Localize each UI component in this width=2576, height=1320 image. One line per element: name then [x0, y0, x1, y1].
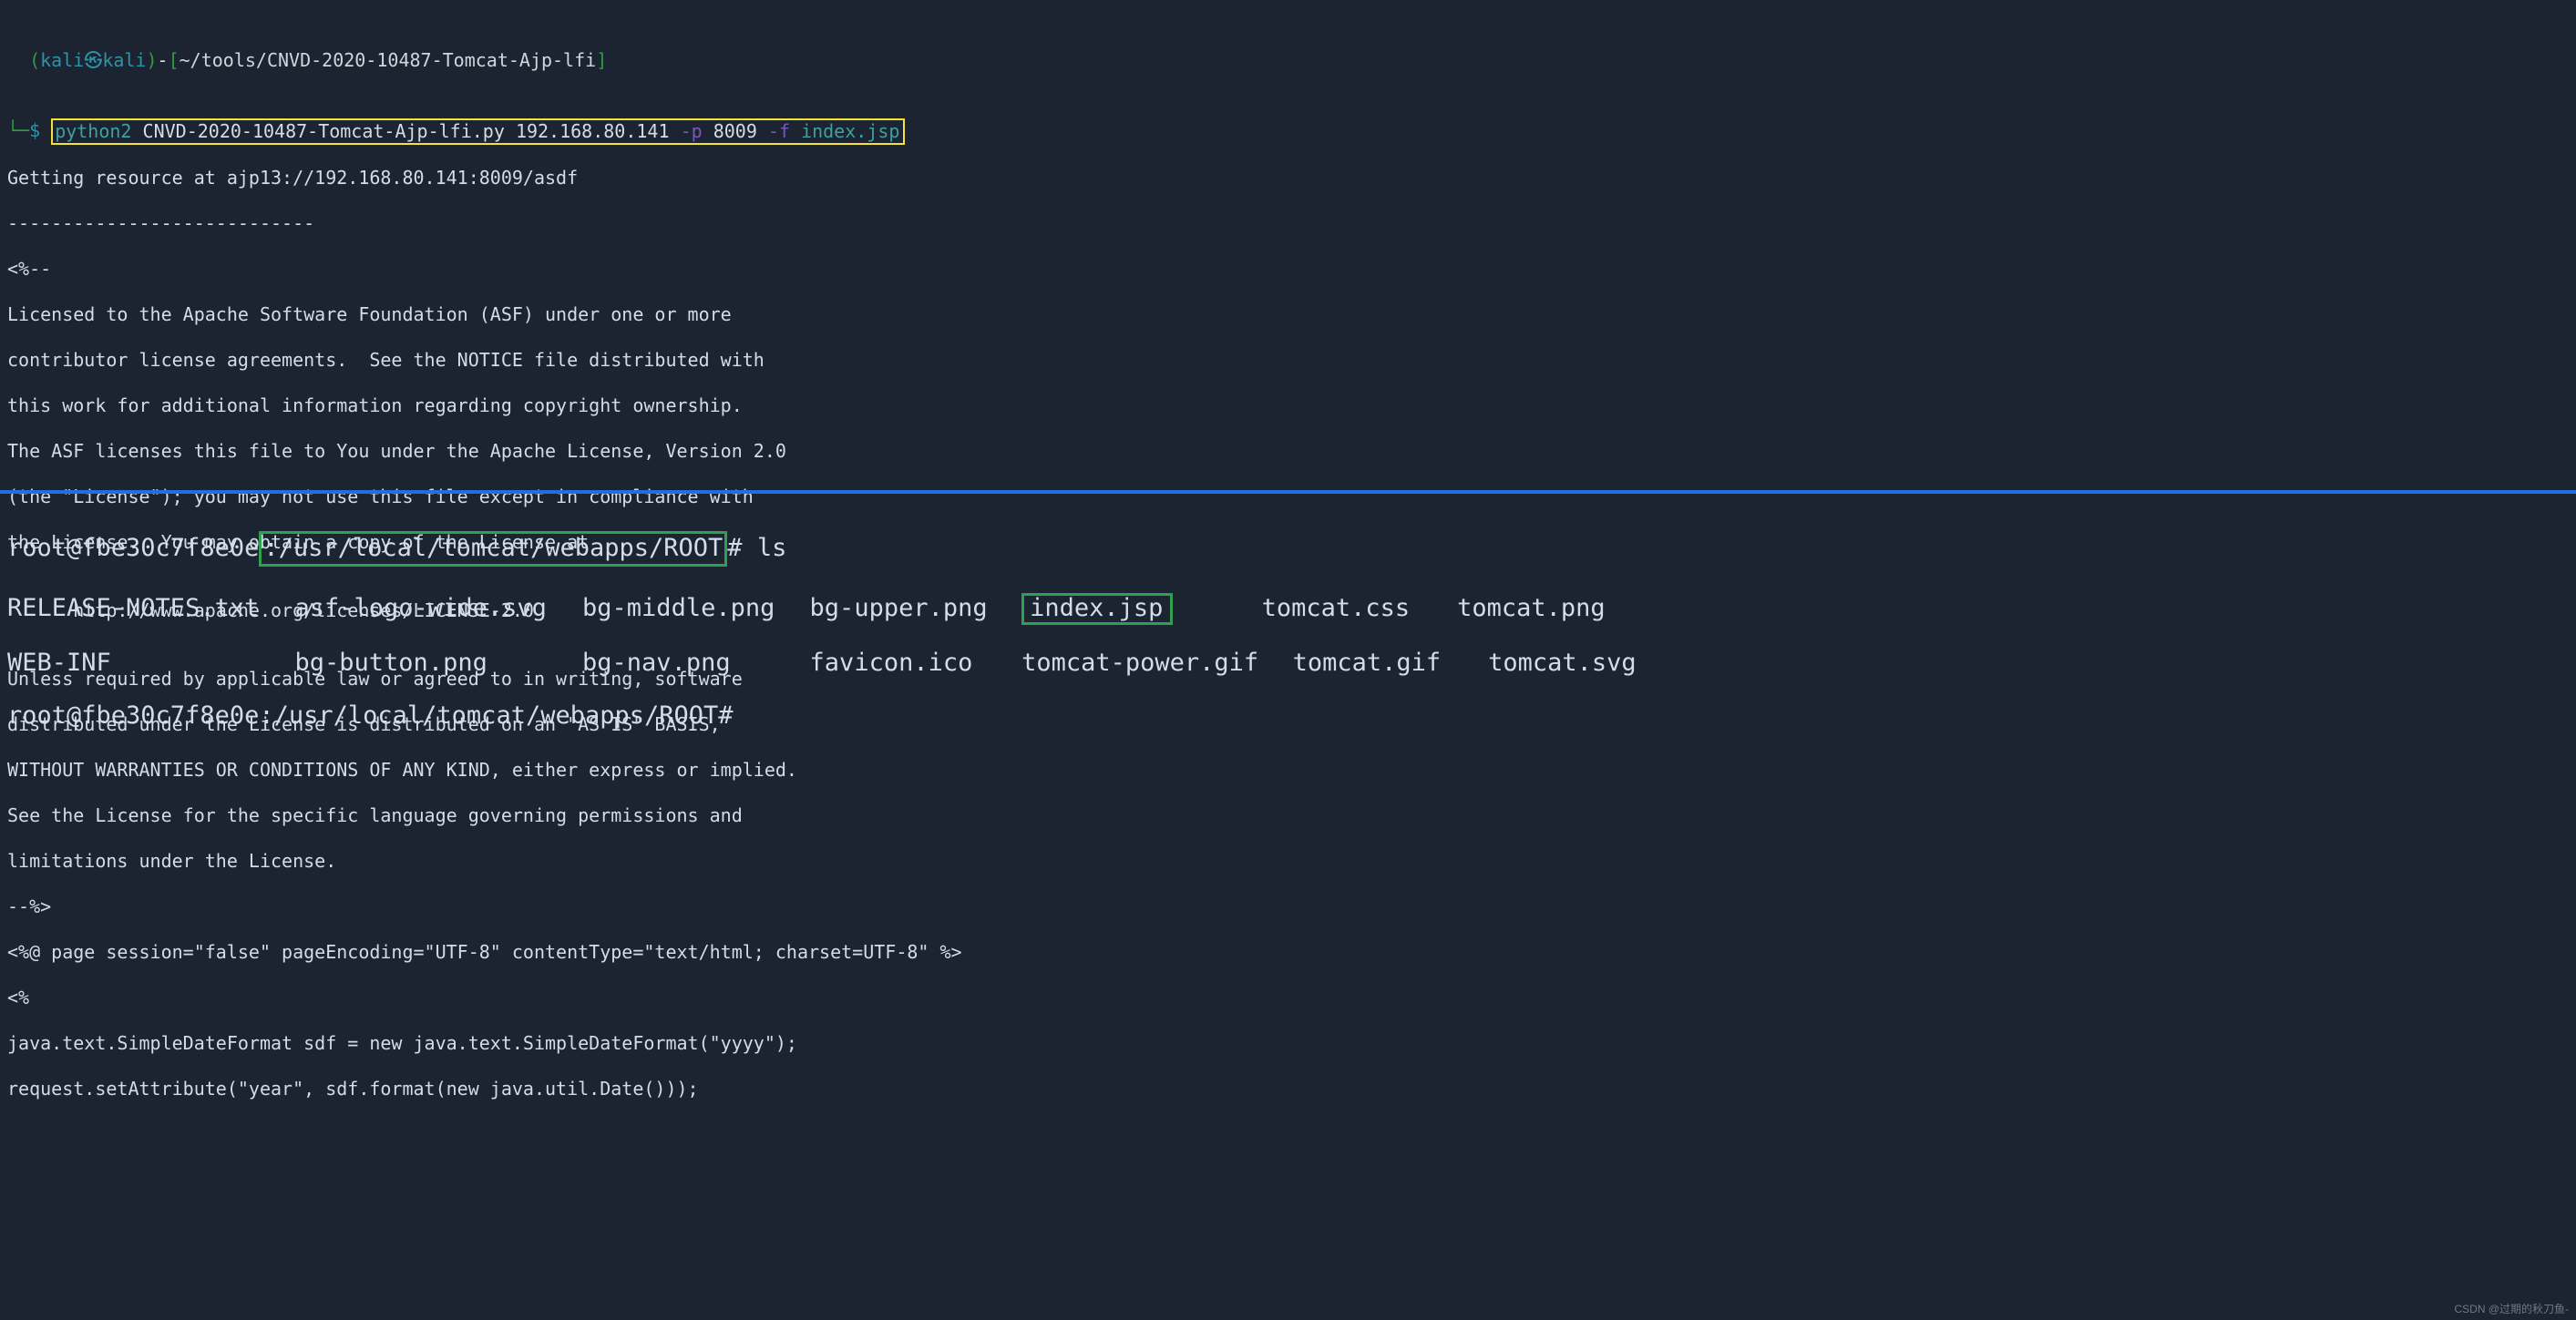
terminal-pane-bottom[interactable]: root@fbe30c7f8e0e:/usr/local/tomcat/weba… [7, 505, 2569, 756]
output-line: The ASF licenses this file to You under … [7, 440, 2569, 463]
output-line: java.text.SimpleDateFormat sdf = new jav… [7, 1032, 2569, 1055]
output-line: <%-- [7, 258, 2569, 281]
file-name: tomcat.css [1262, 596, 1428, 622]
highlighted-command: python2 CNVD-2020-10487-Tomcat-Ajp-lfi.p… [51, 118, 905, 145]
prompt-cwd: /usr/local/tomcat/webapps/ROOT [279, 534, 724, 562]
prompt-line-1: (kali㉿kali)-[~/tools/CNVD-2020-10487-Tom… [7, 49, 2569, 72]
file-name: bg-nav.png [582, 650, 780, 677]
file-name: bg-button.png [295, 650, 553, 677]
output-line: <%@ page session="false" pageEncoding="U… [7, 941, 2569, 964]
file-name: asf-logo-wide.svg [295, 596, 553, 622]
output-line: --%> [7, 895, 2569, 918]
command-ls: ls [757, 534, 787, 562]
ls-row: WEB-INF bg-button.png bg-nav.png favicon… [7, 650, 2569, 677]
file-name: RELEASE-NOTES.txt [7, 596, 265, 622]
prompt-hash: # [718, 701, 733, 730]
prompt-hash: # [727, 534, 742, 562]
command-file: index.jsp [801, 120, 899, 142]
prompt-close-paren: ) [146, 49, 157, 71]
command-flag-f: -f [768, 120, 790, 142]
output-line: Licensed to the Apache Software Foundati… [7, 303, 2569, 326]
output-line: See the License for the specific languag… [7, 804, 2569, 827]
highlighted-file: index.jsp [1021, 593, 1173, 625]
prompt-cwd: /usr/local/tomcat/webapps/ROOT [274, 701, 719, 730]
prompt-tree-glyph: └─ [7, 119, 29, 141]
pane-divider[interactable] [0, 490, 2576, 494]
command-script: CNVD-2020-10487-Tomcat-Ajp-lfi.py [143, 120, 505, 142]
prompt-user-host: root@fbe30c7f8e0e [7, 701, 259, 730]
prompt-host: kali [102, 49, 146, 71]
prompt-dash: - [158, 49, 169, 71]
watermark: CSDN @过期的秋刀鱼- [2454, 1303, 2569, 1316]
prompt-at-glyph: ㉿ [84, 49, 102, 71]
prompt-user: kali [40, 49, 84, 71]
prompt-dollar: $ [29, 119, 40, 141]
command-ip: 192.168.80.141 [516, 120, 670, 142]
file-name: bg-upper.png [810, 596, 992, 622]
file-name: tomcat.gif [1293, 650, 1459, 677]
output-line: request.setAttribute("year", sdf.format(… [7, 1078, 2569, 1100]
file-name: index.jsp [1030, 594, 1163, 622]
prompt-colon: : [263, 534, 278, 562]
highlighted-cwd: :/usr/local/tomcat/webapps/ROOT [259, 531, 727, 567]
prompt-path: ~/tools/CNVD-2020-10487-Tomcat-Ajp-lfi [180, 49, 597, 71]
prompt-open-bracket: [ [169, 49, 180, 71]
output-line: <% [7, 987, 2569, 1009]
command-bin: python2 [55, 120, 131, 142]
output-line: ---------------------------- [7, 212, 2569, 235]
output-line: WITHOUT WARRANTIES OR CONDITIONS OF ANY … [7, 759, 2569, 782]
file-name: favicon.ico [810, 650, 992, 677]
command-flag-p: -p [681, 120, 703, 142]
command-port: 8009 [713, 120, 757, 142]
prompt-open-paren: ( [29, 49, 40, 71]
prompt-line-2[interactable]: └─$ python2 CNVD-2020-10487-Tomcat-Ajp-l… [7, 118, 2569, 144]
prompt-user-host: root@fbe30c7f8e0e [7, 534, 259, 562]
prompt-colon: : [259, 701, 273, 730]
file-name: bg-middle.png [582, 596, 780, 622]
output-line: limitations under the License. [7, 850, 2569, 873]
file-name: tomcat.png [1457, 596, 1606, 622]
file-name: tomcat.svg [1488, 650, 1637, 677]
prompt-line[interactable]: root@fbe30c7f8e0e:/usr/local/tomcat/weba… [7, 703, 2569, 730]
output-line: Getting resource at ajp13://192.168.80.1… [7, 167, 2569, 189]
output-line: contributor license agreements. See the … [7, 349, 2569, 372]
prompt-close-bracket: ] [596, 49, 607, 71]
file-name: WEB-INF [7, 650, 265, 677]
prompt-line[interactable]: root@fbe30c7f8e0e:/usr/local/tomcat/weba… [7, 531, 2569, 567]
file-name: tomcat-power.gif [1021, 650, 1263, 677]
ls-row: RELEASE-NOTES.txt asf-logo-wide.svg bg-m… [7, 593, 2569, 625]
output-line: this work for additional information reg… [7, 394, 2569, 417]
